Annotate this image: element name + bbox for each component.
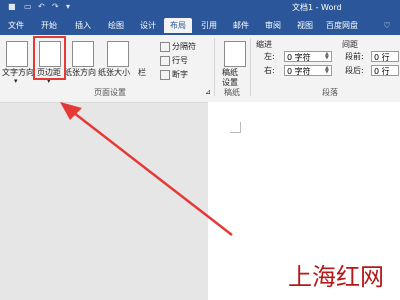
watermark-text: 上海红网 — [288, 263, 384, 291]
annotation-arrow — [60, 102, 233, 236]
